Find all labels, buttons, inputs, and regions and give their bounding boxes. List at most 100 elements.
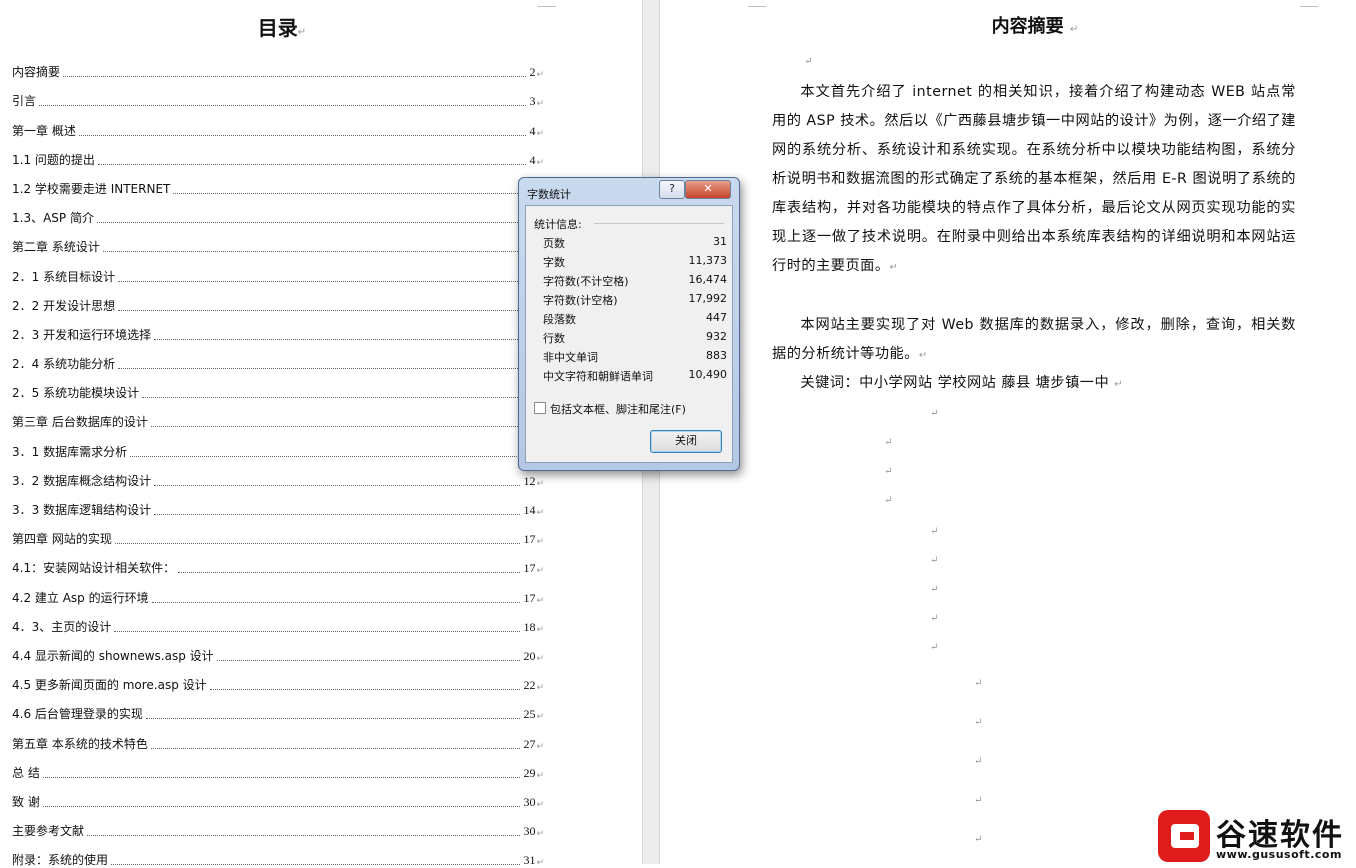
toc-entry-page: 20 — [523, 648, 536, 663]
toc-entry[interactable]: 3．2 数据库概念结构设计 12 ↵ — [12, 460, 544, 489]
toc-leader-dots — [114, 543, 521, 545]
paragraph-mark: ↵ — [536, 157, 544, 168]
toc-list: 内容摘要 2 ↵ 引言 3 ↵ 第一章 概述 4 ↵ 1.1 问题的提出 4 ↵ 1.2 学校需要走进 … — [12, 51, 544, 868]
toc-leader-dots — [216, 659, 521, 661]
paragraph-mark: ↵ — [297, 27, 307, 38]
toc-entry[interactable]: 4.5 更多新闻页面的 more.asp 设计 22 ↵ — [12, 664, 544, 693]
statistic-row: 字符数(不计空格) 16,474 — [543, 273, 727, 292]
abstract-paragraph-2: 本网站主要实现了对 Web 数据库的数据录入，修改，删除，查询，相关数据的分析统… — [772, 311, 1296, 370]
paragraph-mark: ↵ — [536, 683, 544, 694]
statistic-value: 447 — [706, 311, 727, 324]
paragraph-mark: ↵ — [974, 756, 983, 767]
toc-entry-page: 2 — [529, 65, 536, 80]
help-button[interactable]: ? — [659, 180, 685, 199]
toc-entry-page: 27 — [523, 736, 536, 751]
statistic-label: 字符数(不计空格) — [543, 275, 629, 288]
toc-entry[interactable]: 2．5 系统功能模块设计8↵ — [12, 372, 544, 401]
toc-leader-dots — [118, 309, 527, 311]
abstract-paragraph-1: 本文首先介绍了 internet 的相关知识，接着介绍了构建动态 WEB 站点常… — [772, 78, 1296, 282]
toc-leader-dots — [39, 105, 527, 107]
toc-entry-label: 第四章 网站的实现 — [12, 532, 112, 547]
toc-entry-page: 30 — [523, 824, 536, 839]
close-button[interactable]: 关闭 — [650, 430, 722, 453]
toc-entry-page: 14 — [523, 503, 536, 517]
toc-leader-dots — [130, 455, 521, 457]
toc-entry-label: 2．3 开发和运行环境选择 — [12, 327, 152, 342]
toc-leader-dots — [96, 222, 527, 224]
paragraph-mark: ↵ — [884, 495, 893, 506]
dialog-close-icon[interactable]: ✕ — [685, 180, 731, 199]
paragraph-mark: ↵ — [536, 829, 544, 840]
toc-leader-dots — [118, 280, 527, 282]
statistic-row: 字数 11,373 — [543, 254, 727, 273]
statistic-label: 字符数(计空格) — [543, 294, 618, 307]
toc-entry-label: 第二章 系统设计 — [12, 240, 100, 255]
toc-entry[interactable]: 3．1 数据库需求分析11↵ — [12, 430, 544, 460]
toc-leader-dots — [63, 76, 527, 78]
toc-entry[interactable]: 引言 3 ↵ — [12, 80, 544, 109]
include-textboxes-checkbox[interactable]: 包括文本框、脚注和尾注(F) — [534, 401, 686, 417]
toc-entry-label: 引言 — [12, 94, 37, 109]
paragraph-mark: ↵ — [536, 128, 544, 139]
toc-entry-page: 25 — [523, 707, 536, 722]
toc-entry[interactable]: 2．1 系统目标设计6↵ — [12, 255, 544, 285]
toc-entry[interactable]: 第三章 后台数据库的设计10↵ — [12, 401, 544, 430]
toc-leader-dots — [154, 514, 521, 515]
site-logo: 谷速软件 www.gususoft.com — [1158, 808, 1356, 864]
paragraph-mark: ↵ — [884, 466, 893, 477]
abstract-paragraph-1-text: 本文首先介绍了 internet 的相关知识，接着介绍了构建动态 WEB 站点常… — [772, 84, 1296, 274]
toc-entry[interactable]: 4.2 建立 Asp 的运行环境 17 ↵ — [12, 576, 544, 606]
toc-entry-page: 18 — [523, 619, 536, 634]
toc-entry-page: 4 — [529, 152, 536, 167]
toc-entry[interactable]: 致 谢 30 ↵ — [12, 781, 544, 810]
toc-entry[interactable]: 4.4 显示新闻的 shownews.asp 设计 20 ↵ — [12, 635, 544, 664]
toc-leader-dots — [111, 864, 521, 866]
toc-entry-label: 总 结 — [12, 765, 40, 780]
paragraph-mark: ↵ — [974, 795, 983, 806]
toc-entry[interactable]: 1.3、ASP 简介5↵ — [12, 197, 544, 226]
toc-entry[interactable]: 3．3 数据库逻辑结构设计 14 ↵ — [12, 489, 544, 518]
toc-entry-page: 17 — [523, 561, 536, 576]
toc-entry[interactable]: 第二章 系统设计6↵ — [12, 226, 544, 255]
checkbox-box[interactable] — [534, 402, 546, 414]
toc-entry[interactable]: 4．3、主页的设计 18 ↵ — [12, 606, 544, 635]
paragraph-mark: ↵ — [884, 437, 893, 448]
toc-entry[interactable]: 4.6 后台管理登录的实现 25 ↵ — [12, 693, 544, 722]
paragraph-mark: ↵ — [930, 584, 939, 595]
paragraph-mark: ↵ — [536, 70, 544, 81]
abstract-title-text: 内容摘要 — [991, 16, 1064, 37]
toc-entry-label: 第一章 概述 — [12, 123, 76, 138]
toc-leader-dots — [178, 572, 521, 574]
toc-entry[interactable]: 2．3 开发和运行环境选择7↵ — [12, 314, 544, 343]
toc-entry[interactable]: 内容摘要 2 ↵ — [12, 51, 544, 80]
statistic-value: 932 — [706, 330, 727, 343]
toc-entry[interactable]: 2．2 开发设计思想6↵ — [12, 285, 544, 314]
toc-entry[interactable]: 1.1 问题的提出 4 ↵ — [12, 139, 544, 168]
toc-entry[interactable]: 2．4 系统功能分析7↵ — [12, 343, 544, 372]
toc-entry[interactable]: 主要参考文献 30 ↵ — [12, 810, 544, 839]
toc-leader-dots — [145, 718, 521, 720]
toc-entry-label: 1.2 学校需要走进 INTERNET — [12, 181, 171, 196]
paragraph-mark: ↵ — [536, 770, 544, 781]
toc-leader-dots — [151, 601, 521, 603]
toc-entry[interactable]: 第一章 概述 4 ↵ — [12, 109, 544, 139]
paragraph-mark: ↵ — [536, 566, 544, 577]
statistic-row: 行数 932 — [543, 330, 727, 349]
paragraph-mark: ↵ — [536, 624, 544, 635]
logo-icon — [1158, 810, 1210, 862]
toc-entry[interactable]: 总 结 29 ↵ — [12, 752, 544, 781]
toc-entry-label: 4．3、主页的设计 — [12, 619, 112, 634]
paragraph-mark: ↵ — [930, 408, 939, 419]
toc-entry[interactable]: 4.1：安装网站设计相关软件： 17 ↵ — [12, 547, 544, 576]
toc-leader-dots — [42, 776, 521, 778]
toc-entry-label: 4.6 后台管理登录的实现 — [12, 707, 143, 722]
toc-entry-label: 第三章 后台数据库的设计 — [12, 415, 148, 430]
toc-entry-label: 4.4 显示新闻的 shownews.asp 设计 — [12, 648, 214, 663]
toc-entry-label: 内容摘要 — [12, 65, 61, 80]
toc-entry[interactable]: 1.2 学校需要走进 INTERNET4↵ — [12, 168, 544, 197]
toc-entry[interactable]: 第四章 网站的实现 17 ↵ — [12, 518, 544, 547]
toc-leader-dots — [87, 835, 521, 837]
abstract-paragraph-2-text: 本网站主要实现了对 Web 数据库的数据录入，修改，删除，查询，相关数据的分析统… — [772, 317, 1296, 362]
toc-title-text: 目录 — [257, 16, 298, 40]
toc-entry[interactable]: 第五章 本系统的技术特色 27 ↵ — [12, 722, 544, 752]
